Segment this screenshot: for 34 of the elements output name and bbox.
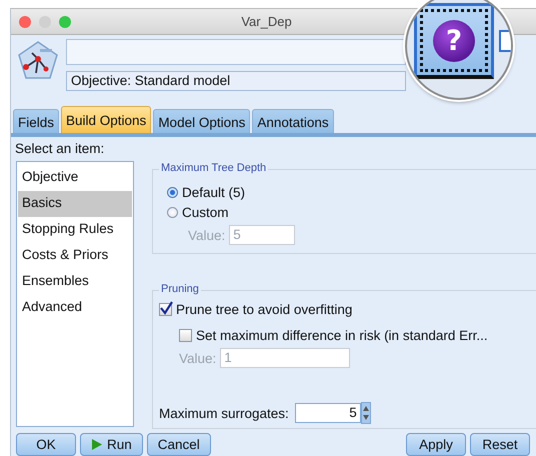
dialog-button[interactable]: Cancel	[146, 433, 211, 456]
list-label: Select an item:	[15, 141, 106, 158]
close-button[interactable]	[19, 16, 31, 28]
play-icon	[91, 438, 103, 451]
window-title: Var_Dep	[241, 14, 292, 29]
list-item[interactable]: Stopping Rules	[18, 217, 132, 243]
tab[interactable]: Model Options	[153, 109, 250, 133]
radio-label: Custom	[182, 204, 229, 220]
tab[interactable]: Annotations	[252, 109, 334, 133]
list-item[interactable]: Ensembles	[18, 269, 132, 295]
spinner-arrows-icon[interactable]	[360, 402, 371, 424]
value-label: Value:	[179, 350, 216, 366]
list-item[interactable]: Basics	[18, 191, 132, 217]
dialog-button[interactable]: OK	[16, 433, 76, 456]
list-item[interactable]: Costs & Priors	[18, 243, 132, 269]
surrogates-label: Maximum surrogates:	[159, 406, 289, 421]
group-title: Maximum Tree Depth	[159, 162, 268, 174]
list-item[interactable]: Advanced	[18, 295, 132, 321]
run-button[interactable]: Run	[80, 433, 143, 456]
checkbox-label: Set maximum difference in risk (in standard Err...	[196, 328, 488, 343]
name-field[interactable]	[66, 39, 406, 65]
checkbox-label: Prune tree to avoid overfitting	[176, 302, 352, 317]
dialog-button[interactable]: Reset	[470, 433, 530, 456]
zoom-button[interactable]	[59, 16, 71, 28]
objective-field: Objective: Standard model	[66, 71, 406, 91]
group-title: Pruning	[159, 283, 201, 296]
list-item[interactable]: Objective	[18, 165, 132, 191]
value-label: Value:	[188, 228, 226, 242]
tab[interactable]: Build Options	[61, 106, 152, 133]
help-button[interactable]: ?	[414, 3, 494, 79]
surrogates-field[interactable]: 5	[294, 403, 361, 424]
dialog-button[interactable]: Apply	[406, 433, 466, 456]
radio-label: Default (5)	[182, 184, 246, 200]
tab[interactable]: Fields	[13, 109, 60, 133]
